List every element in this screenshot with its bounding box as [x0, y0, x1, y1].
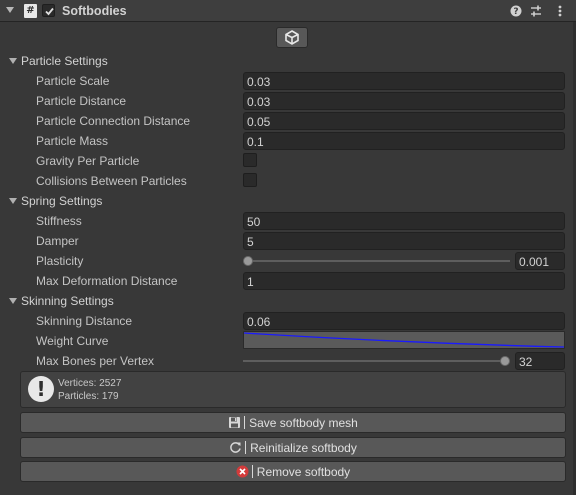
max-bones-per-vertex-label: Max Bones per Vertex	[36, 354, 155, 368]
particle-connection-distance-row: Particle Connection Distance 0.05	[0, 111, 576, 131]
save-softbody-mesh-button[interactable]: Save softbody mesh	[20, 412, 566, 433]
max-bones-per-vertex-row: Max Bones per Vertex 32	[0, 351, 576, 371]
stiffness-field[interactable]: 50	[243, 212, 565, 230]
gravity-per-particle-label: Gravity Per Particle	[36, 154, 140, 168]
help-icon[interactable]: ?	[509, 4, 523, 18]
particle-connection-distance-label: Particle Connection Distance	[36, 114, 191, 128]
remove-softbody-button[interactable]: Remove softbody	[20, 461, 566, 482]
component-header[interactable]: # Softbodies ?	[0, 0, 576, 22]
max-bones-field[interactable]: 32	[515, 352, 565, 370]
separator	[251, 465, 253, 478]
component-title: Softbodies	[62, 4, 127, 18]
section-title: Spring Settings	[21, 194, 103, 208]
refresh-icon	[230, 442, 241, 453]
particle-scale-field[interactable]: 0.03	[243, 72, 565, 90]
damper-row: Damper 5	[0, 231, 576, 251]
gravity-per-particle-checkbox[interactable]	[243, 153, 257, 167]
plasticity-row: Plasticity 0.001	[0, 251, 576, 271]
particle-mass-field[interactable]: 0.1	[243, 132, 565, 150]
section-spring-settings[interactable]: Spring Settings	[0, 191, 576, 211]
max-bones-slider-handle[interactable]	[500, 356, 510, 366]
info-help-box: ! Vertices: 2527 Particles: 179	[20, 371, 566, 408]
skinning-distance-label: Skinning Distance	[36, 314, 133, 328]
max-deformation-distance-row: Max Deformation Distance 1	[0, 271, 576, 291]
skinning-distance-field[interactable]: 0.06	[243, 312, 565, 330]
max-deformation-distance-field[interactable]: 1	[243, 272, 565, 290]
component-enabled-checkbox[interactable]	[42, 4, 55, 17]
floppy-disk-icon	[229, 417, 241, 428]
gravity-per-particle-row: Gravity Per Particle	[0, 151, 576, 171]
checkmark-icon	[45, 7, 54, 16]
max-bones-slider-track[interactable]	[243, 360, 505, 362]
particle-distance-label: Particle Distance	[36, 94, 127, 108]
foldout-arrow-icon[interactable]	[9, 298, 17, 304]
plasticity-slider-track[interactable]	[248, 260, 510, 262]
damper-label: Damper	[36, 234, 79, 248]
script-icon: #	[24, 4, 37, 18]
reinitialize-softbody-button[interactable]: Reinitialize softbody	[20, 437, 566, 458]
red-x-icon	[236, 465, 249, 478]
separator	[245, 441, 247, 454]
particle-scale-row: Particle Scale 0.03	[0, 71, 576, 91]
collisions-between-particles-row: Collisions Between Particles	[0, 171, 576, 191]
unity-logo-icon	[285, 30, 299, 45]
plasticity-label: Plasticity	[36, 254, 84, 268]
separator	[244, 416, 246, 429]
stiffness-row: Stiffness 50	[0, 211, 576, 231]
collisions-between-particles-label: Collisions Between Particles	[36, 174, 187, 188]
presets-icon[interactable]	[529, 4, 543, 18]
particle-mass-row: Particle Mass 0.1	[0, 131, 576, 151]
damper-field[interactable]: 5	[243, 232, 565, 250]
weight-curve-label: Weight Curve	[36, 334, 109, 348]
plasticity-field[interactable]: 0.001	[515, 252, 565, 270]
max-deformation-distance-label: Max Deformation Distance	[36, 274, 178, 288]
svg-text:?: ?	[513, 7, 518, 17]
foldout-arrow-icon[interactable]	[9, 58, 17, 64]
particle-distance-row: Particle Distance 0.03	[0, 91, 576, 111]
stiffness-label: Stiffness	[36, 214, 82, 228]
kebab-menu-icon[interactable]	[553, 4, 567, 18]
save-button-label: Save softbody mesh	[249, 416, 358, 430]
weight-curve-graph	[244, 332, 564, 348]
skinning-distance-row: Skinning Distance 0.06	[0, 311, 576, 331]
particle-connection-distance-field[interactable]: 0.05	[243, 112, 565, 130]
foldout-arrow-icon[interactable]	[6, 7, 14, 13]
collisions-between-particles-checkbox[interactable]	[243, 173, 257, 187]
particles-count: Particles: 179	[58, 391, 119, 402]
section-particle-settings[interactable]: Particle Settings	[0, 51, 576, 71]
reinitialize-button-label: Reinitialize softbody	[250, 441, 357, 455]
remove-button-label: Remove softbody	[256, 465, 351, 479]
unity-logo-button[interactable]	[276, 27, 308, 48]
section-skinning-settings[interactable]: Skinning Settings	[0, 291, 576, 311]
particle-distance-field[interactable]: 0.03	[243, 92, 565, 110]
warning-icon: !	[28, 376, 54, 402]
foldout-arrow-icon[interactable]	[9, 198, 17, 204]
vertices-count: Vertices: 2527	[58, 378, 122, 389]
section-title: Particle Settings	[21, 54, 108, 68]
particle-scale-label: Particle Scale	[36, 74, 110, 88]
plasticity-slider-handle[interactable]	[243, 256, 253, 266]
section-title: Skinning Settings	[21, 294, 114, 308]
particle-mass-label: Particle Mass	[36, 134, 109, 148]
weight-curve-field[interactable]	[243, 331, 565, 349]
